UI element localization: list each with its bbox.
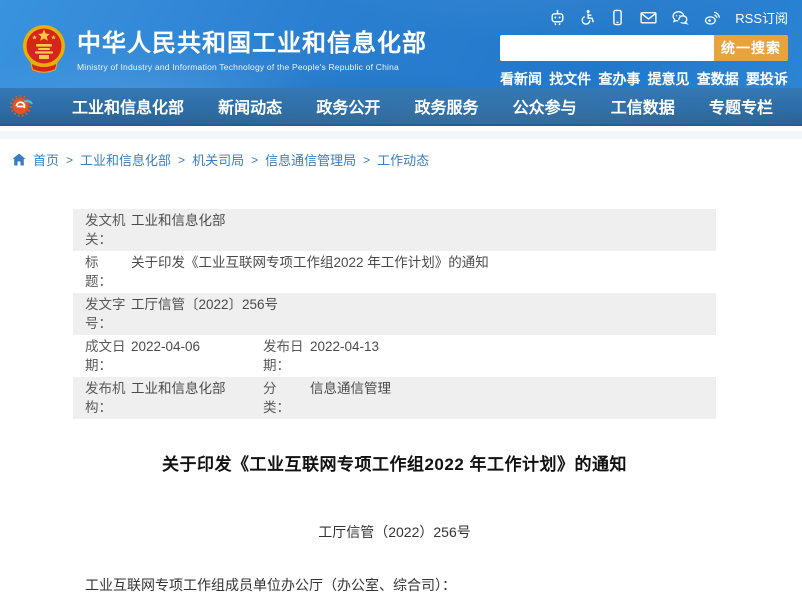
mail-icon[interactable] [639,9,658,26]
sub-strip [0,131,802,139]
national-emblem-icon [22,22,66,81]
breadcrumb-item[interactable]: 首页 [33,150,59,169]
miit-e-logo-icon[interactable] [9,93,34,119]
article-body: 关于印发《工业互联网专项工作组2022 年工作计划》的通知 工厅信管（2022）… [73,450,716,612]
breadcrumb-separator: > [66,153,73,167]
quick-links: 看新闻找文件查办事提意见查数据要投诉 [500,69,788,88]
main-nav: 工业和信息化部 新闻动态 政务公开 政务服务 公众参与 工信数据 专题专栏 [0,88,802,126]
quick-link[interactable]: 看新闻 [500,69,542,88]
header-icon-row: RSS订阅 [500,7,788,28]
nav-item[interactable]: 新闻动态 [218,94,282,118]
site-header: 中华人民共和国工业和信息化部 Ministry of Industry and … [0,0,802,88]
robot-icon[interactable] [549,9,566,26]
quick-link[interactable]: 找文件 [549,69,591,88]
doc-field-label: 标 题： [85,253,131,291]
nav-item[interactable]: 工信数据 [611,94,675,118]
mobile-icon[interactable] [609,9,626,26]
site-brand[interactable]: 中华人民共和国工业和信息化部 Ministry of Industry and … [22,22,427,81]
breadcrumb-separator: > [178,153,185,167]
breadcrumb: 首页 > 工业和信息化部 > 机关司局 > 信息通信管理局 > 工作动态 [0,139,802,169]
breadcrumb-separator: > [251,153,258,167]
doc-field-label: 发布日 期： [263,337,310,375]
nav-item[interactable]: 工业和信息化部 [72,94,184,118]
doc-table-row: 发布机 构：工业和信息化部分 类：信息通信管理 [73,377,716,419]
rss-subscribe-link[interactable]: RSS订阅 [735,8,788,27]
search-bar: 统一搜索 [500,35,788,61]
doc-table-row: 成文日 期：2022-04-06发布日 期：2022-04-13 [73,335,716,377]
quick-link[interactable]: 查数据 [697,69,739,88]
doc-field-value: 信息通信管理 [310,379,706,398]
doc-field-value: 工业和信息化部 [131,211,706,230]
doc-table-row: 标 题：关于印发《工业互联网专项工作组2022 年工作计划》的通知 [73,251,716,293]
quick-link[interactable]: 要投诉 [746,69,788,88]
doc-meta-table: 发文机 关：工业和信息化部标 题：关于印发《工业互联网专项工作组2022 年工作… [73,209,716,419]
weibo-icon[interactable] [703,9,722,26]
nav-item[interactable]: 专题专栏 [709,94,773,118]
doc-field-label: 发布机 构： [85,379,131,417]
doc-field-value: 2022-04-06 [131,337,263,356]
accessibility-icon[interactable] [579,9,596,26]
quick-link[interactable]: 查办事 [598,69,640,88]
quick-link[interactable]: 提意见 [648,69,690,88]
article-title: 关于印发《工业互联网专项工作组2022 年工作计划》的通知 [73,450,716,475]
doc-field-value: 工业和信息化部 [131,379,263,398]
home-icon[interactable] [12,153,26,166]
breadcrumb-item[interactable]: 工作动态 [377,150,429,169]
doc-field-value: 2022-04-13 [310,337,706,356]
nav-item[interactable]: 公众参与 [513,94,577,118]
doc-field-label: 成文日 期： [85,337,131,375]
breadcrumb-item[interactable]: 机关司局 [192,150,244,169]
article-salutation: 工业互联网专项工作组成员单位办公厅（办公室、综合司）： [85,575,716,595]
wechat-icon[interactable] [671,9,690,26]
site-title: 中华人民共和国工业和信息化部 [77,31,427,57]
doc-table-row: 发文机 关：工业和信息化部 [73,209,716,251]
doc-field-label: 发文机 关： [85,211,131,249]
breadcrumb-item[interactable]: 信息通信管理局 [265,150,356,169]
doc-table-row: 发文字 号：工厅信管〔2022〕256号 [73,293,716,335]
search-input[interactable] [500,35,714,61]
doc-field-value: 工厅信管〔2022〕256号 [131,295,706,314]
breadcrumb-item[interactable]: 工业和信息化部 [80,150,171,169]
doc-field-label: 发文字 号： [85,295,131,333]
doc-number: 工厅信管（2022）256号 [73,522,716,542]
header-right: RSS订阅 统一搜索 看新闻找文件查办事提意见查数据要投诉 [500,7,788,88]
site-subtitle: Ministry of Industry and Information Tec… [77,62,427,72]
doc-field-value: 关于印发《工业互联网专项工作组2022 年工作计划》的通知 [131,253,706,272]
article-main: 发文机 关：工业和信息化部标 题：关于印发《工业互联网专项工作组2022 年工作… [0,209,802,612]
unified-search-button[interactable]: 统一搜索 [714,35,788,61]
breadcrumb-separator: > [363,153,370,167]
doc-field-label: 分 类： [263,379,310,417]
nav-item[interactable]: 政务公开 [316,94,380,118]
nav-item[interactable]: 政务服务 [414,94,478,118]
nav-list: 工业和信息化部 新闻动态 政务公开 政务服务 公众参与 工信数据 专题专栏 [34,94,802,118]
